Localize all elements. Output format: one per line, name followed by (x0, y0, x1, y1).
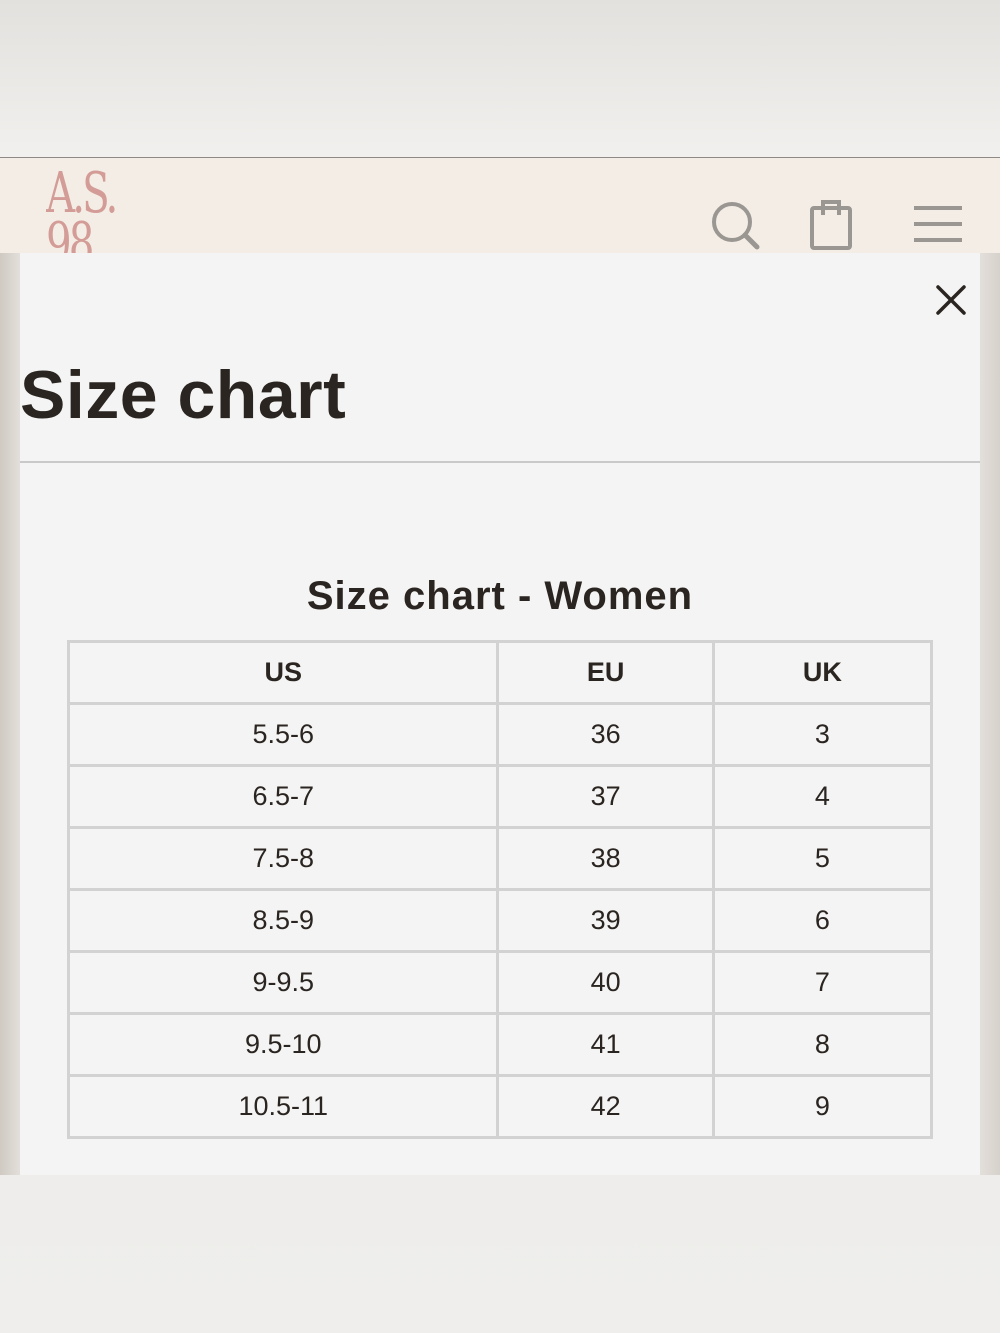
cell-uk: 4 (711, 764, 934, 829)
table-row: 8.5-9 39 6 (66, 888, 934, 953)
title-divider (20, 461, 980, 463)
search-icon (712, 202, 760, 250)
cell-uk: 9 (711, 1074, 934, 1139)
hamburger-menu-icon (914, 206, 962, 242)
cell-eu: 42 (496, 1074, 715, 1139)
modal-title: Size chart (20, 357, 347, 433)
site-header: A.S. 98 (0, 158, 1000, 253)
table-row: 9.5-10 41 8 (66, 1012, 934, 1077)
cell-uk: 7 (711, 950, 934, 1015)
table-row: 5.5-6 36 3 (66, 702, 934, 767)
cell-uk: 8 (711, 1012, 934, 1077)
column-header-uk: UK (711, 640, 934, 705)
cell-eu: 37 (496, 764, 715, 829)
column-header-eu: EU (496, 640, 715, 705)
overlay-left-edge (0, 253, 20, 1175)
shopping-bag-icon (810, 200, 852, 250)
cell-uk: 3 (711, 702, 934, 767)
cell-uk: 6 (711, 888, 934, 953)
cell-us: 9.5-10 (66, 1012, 500, 1077)
table-row: 6.5-7 37 4 (66, 764, 934, 829)
cell-us: 7.5-8 (66, 826, 500, 891)
table-header-row: US EU UK (66, 640, 934, 705)
cell-us: 5.5-6 (66, 702, 500, 767)
search-button[interactable] (706, 196, 762, 252)
close-button[interactable] (928, 277, 974, 323)
cell-us: 6.5-7 (66, 764, 500, 829)
table-row: 9-9.5 40 7 (66, 950, 934, 1015)
logo-line-2: 98 (46, 211, 94, 254)
brand-logo[interactable]: A.S. 98 (46, 166, 116, 253)
close-icon (936, 285, 966, 315)
column-header-us: US (66, 640, 500, 705)
cell-us: 8.5-9 (66, 888, 500, 953)
size-table: US EU UK 5.5-6 36 3 6.5-7 37 4 7.5-8 38 … (66, 640, 934, 1139)
chart-heading: Size chart - Women (306, 574, 694, 618)
cell-eu: 40 (496, 950, 715, 1015)
cell-us: 10.5-11 (66, 1074, 500, 1139)
cart-button[interactable] (803, 196, 859, 252)
size-chart-modal: Size chart Size chart - Women US EU UK 5… (20, 253, 980, 1175)
table-row: 10.5-11 42 9 (66, 1074, 934, 1139)
overlay-right-edge (980, 253, 1000, 1175)
cell-eu: 39 (496, 888, 715, 953)
cell-us: 9-9.5 (66, 950, 500, 1015)
table-row: 7.5-8 38 5 (66, 826, 934, 891)
cell-eu: 41 (496, 1012, 715, 1077)
menu-button[interactable] (910, 196, 966, 252)
cell-eu: 38 (496, 826, 715, 891)
cell-eu: 36 (496, 702, 715, 767)
top-background (0, 0, 1000, 158)
cell-uk: 5 (711, 826, 934, 891)
